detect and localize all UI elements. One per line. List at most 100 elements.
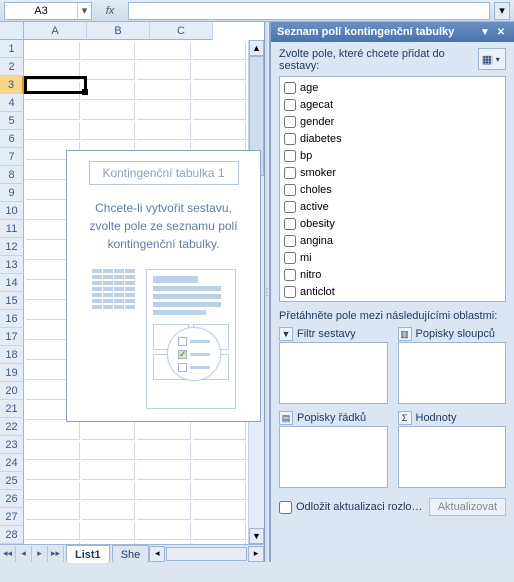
hscroll-left-icon[interactable]: ◂ [149,546,165,562]
zone-filter[interactable] [279,342,388,404]
tab-nav-last-icon[interactable]: ▸▸ [48,546,64,562]
drag-fields-label: Přetáhněte pole mezi následujícími oblas… [271,308,514,326]
row-header[interactable]: 14 [0,274,24,292]
task-pane-close-icon[interactable]: ✕ [494,25,508,39]
zone-filter-label: ▼Filtr sestavy [279,326,388,342]
col-header[interactable]: A [24,22,87,40]
pivot-illustration [67,269,260,409]
layout-icon: ▦ [482,53,492,66]
field-item[interactable]: anticlot [284,283,501,300]
tab-nav-next-icon[interactable]: ▸ [32,546,48,562]
worksheet-area: A B C 1234567891011121314151617181920212… [0,22,264,562]
row-header[interactable]: 26 [0,490,24,508]
field-checkbox[interactable] [284,167,296,179]
field-label: diabetes [300,133,342,145]
field-checkbox[interactable] [284,252,296,264]
field-checkbox[interactable] [284,82,296,94]
field-item[interactable]: obesity [284,215,501,232]
row-header[interactable]: 17 [0,328,24,346]
row-header[interactable]: 7 [0,148,24,166]
row-header[interactable]: 12 [0,238,24,256]
field-checkbox[interactable] [284,184,296,196]
row-header[interactable]: 16 [0,310,24,328]
sheet-tab-active[interactable]: List1 [66,545,110,563]
field-item[interactable]: angina [284,232,501,249]
field-item[interactable]: diabetes [284,130,501,147]
row-header[interactable]: 3 [0,76,24,94]
field-label: active [300,201,329,213]
field-checkbox[interactable] [284,235,296,247]
scroll-down-icon[interactable]: ▼ [249,528,264,544]
name-box-dropdown-icon[interactable]: ▾ [77,3,91,19]
field-item[interactable]: nitro [284,266,501,283]
field-checkbox[interactable] [284,133,296,145]
field-checkbox[interactable] [284,116,296,128]
name-box[interactable]: A3 ▾ [4,2,92,20]
update-button[interactable]: Aktualizovat [429,498,506,516]
column-headers: A B C [24,22,213,40]
scroll-up-icon[interactable]: ▲ [249,40,264,56]
field-checkbox[interactable] [284,286,296,298]
select-all-corner[interactable] [0,22,24,40]
row-header[interactable]: 10 [0,202,24,220]
row-header[interactable]: 1 [0,40,24,58]
chevron-down-icon: ▾ [492,55,502,64]
row-header[interactable]: 9 [0,184,24,202]
field-item[interactable]: age [284,79,501,96]
field-item[interactable]: active [284,198,501,215]
field-label: choles [300,184,332,196]
field-item[interactable]: mi [284,249,501,266]
row-header[interactable]: 20 [0,382,24,400]
sheet-tab[interactable]: She [112,545,150,563]
tab-nav-prev-icon[interactable]: ◂ [16,546,32,562]
formula-bar[interactable] [128,2,490,20]
fx-icon[interactable]: fx [96,5,124,17]
pivot-field-list-pane: Seznam polí kontingenční tabulky ▼ ✕ Zvo… [270,22,514,562]
row-header[interactable]: 28 [0,526,24,544]
pivot-placeholder-title: Kontingenční tabulka 1 [89,161,239,185]
field-item[interactable]: gender [284,113,501,130]
row-header[interactable]: 2 [0,58,24,76]
task-pane-dropdown-icon[interactable]: ▼ [478,25,492,39]
field-checkbox[interactable] [284,218,296,230]
layout-options-button[interactable]: ▦▾ [478,48,506,70]
field-item[interactable]: choles [284,181,501,198]
row-header[interactable]: 5 [0,112,24,130]
row-header[interactable]: 8 [0,166,24,184]
row-header[interactable]: 19 [0,364,24,382]
zone-values[interactable] [398,426,507,488]
col-header[interactable]: B [87,22,150,40]
row-header[interactable]: 13 [0,256,24,274]
field-item[interactable]: bp [284,147,501,164]
tab-nav-first-icon[interactable]: ◂◂ [0,546,16,562]
field-item[interactable]: smoker [284,164,501,181]
columns-icon: ▥ [398,327,412,341]
zone-rows-label: ▤Popisky řádků [279,410,388,426]
zone-rows[interactable] [279,426,388,488]
row-header[interactable]: 6 [0,130,24,148]
col-header[interactable]: C [150,22,213,40]
row-header[interactable]: 22 [0,418,24,436]
field-checkbox[interactable] [284,150,296,162]
field-list[interactable]: ageagecatgender diabetes bpsmoker choles act… [279,76,506,302]
row-header[interactable]: 24 [0,454,24,472]
row-header[interactable]: 21 [0,400,24,418]
row-header[interactable]: 18 [0,346,24,364]
row-header[interactable]: 23 [0,436,24,454]
cell-grid[interactable]: Kontingenční tabulka 1 Chcete-li vytvoři… [24,40,248,544]
row-header[interactable]: 11 [0,220,24,238]
field-checkbox[interactable] [284,99,296,111]
zone-columns[interactable] [398,342,507,404]
row-header[interactable]: 27 [0,508,24,526]
zone-columns-label: ▥Popisky sloupců [398,326,507,342]
row-header[interactable]: 4 [0,94,24,112]
hscroll-track[interactable] [166,547,247,561]
field-checkbox[interactable] [284,269,296,281]
row-header[interactable]: 25 [0,472,24,490]
hscroll-right-icon[interactable]: ▸ [248,546,264,562]
formula-bar-expand-icon[interactable]: ▾ [494,2,510,20]
defer-update-checkbox[interactable]: Odložit aktualizaci rozlo… [279,501,423,514]
field-checkbox[interactable] [284,201,296,213]
row-header[interactable]: 15 [0,292,24,310]
field-item[interactable]: agecat [284,96,501,113]
